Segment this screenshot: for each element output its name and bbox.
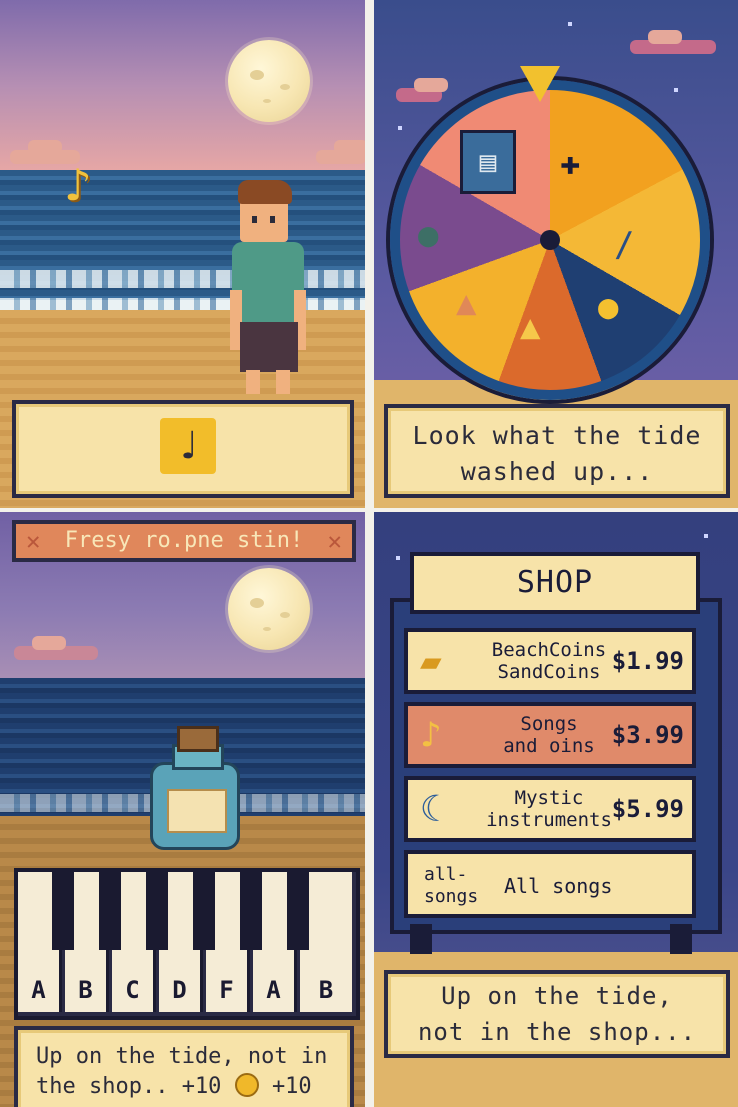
item-name: All songs [504,874,613,898]
cloud [316,140,365,164]
coin-icon: ● [598,287,619,327]
shop-stand-leg [410,924,432,954]
notification-banner: ✕ Fresy ro.pne stin! ✕ [12,520,356,562]
piano-black-key[interactable] [146,872,168,950]
floating-music-note-icon: ♪ [64,158,92,212]
wheel-hub [540,230,560,250]
moon [228,40,310,122]
puzzle-piece-icon: ✚ [560,143,581,183]
cloud [630,30,716,54]
scroll-note [167,789,227,833]
star [398,126,402,130]
globe-icon: ● [418,215,439,255]
wave-foam [0,270,365,288]
star [396,556,400,560]
prize-wheel[interactable]: ▤ ✚ ∕ ● ▲ ▲ ● [390,80,710,400]
close-x-icon[interactable]: ✕ [328,524,342,558]
message-text: Look what the tide washed up... [412,421,702,486]
item-price: $1.99 [611,647,684,675]
character-hair [238,180,292,204]
star [674,88,678,92]
message-dialog-box: Up on the tide, not in the shop... [384,970,730,1058]
shop-stand-leg [670,924,692,954]
item-name: Songs and oins [503,713,595,757]
music-note-icon: ♪ [420,715,442,756]
star [568,22,572,26]
reward-dialog-box: Up on the tide, not in the shop.. +10 +1… [14,1026,354,1107]
shop-item-songs[interactable]: ♪ Songs and oins $3.99 [404,702,696,768]
panel-beach-character: ♪ ♩ [0,0,365,508]
panel-prize-wheel: ▤ ✚ ∕ ● ▲ ▲ ● Look what the tide washed … [374,0,738,508]
item-name: BeachCoins SandCoins [491,639,607,683]
panel-bottle-piano: ✕ Fresy ro.pne stin! ✕ A B C D F A B Up … [0,512,365,1107]
item-name: Mystic instruments [486,787,612,831]
character-leg [276,370,290,394]
shop-item-beachcoins[interactable]: ▰ BeachCoins SandCoins $1.99 [404,628,696,694]
star [704,534,708,538]
character-shorts [240,322,298,372]
shop-item-mystic-instruments[interactable]: ☾ Mystic instruments $5.99 [404,776,696,842]
banner-text: Fresy ro.pne stin! [64,528,304,553]
piano-black-key[interactable] [240,872,262,950]
book-icon: ▤ [460,130,516,194]
flame-icon: ▲ [520,307,541,347]
crescent-moon-icon: ☾ [420,789,442,830]
note-dialog-box: ♩ [12,400,354,498]
piano-black-key[interactable] [193,872,215,950]
player-character[interactable] [230,180,310,405]
message-bottle[interactable] [150,726,240,850]
music-note-icon[interactable]: ♩ [160,418,216,474]
message-text: Up on the tide, not in the shop... [417,982,697,1046]
item-price: $3.99 [611,721,684,749]
shop-title: SHOP [410,552,700,614]
piano-keyboard[interactable]: A B C D F A B [14,868,360,1020]
moon [228,568,310,650]
sand-pile-icon: ▲ [456,283,477,323]
item-price: $5.99 [611,795,684,823]
close-x-icon[interactable]: ✕ [26,524,40,558]
piano-black-key[interactable] [99,872,121,950]
reward-text: Up on the tide, not in the shop.. +10 +1… [36,1044,328,1099]
feather-icon: ∕ [614,225,635,265]
character-leg [246,370,260,394]
coin-icon [234,1073,259,1097]
shop-item-all-songs[interactable]: all-songs All songs [404,850,696,918]
item-tag: all-songs [424,864,479,907]
message-dialog-box: Look what the tide washed up... [384,404,730,498]
cloud [14,636,98,660]
wheel-pointer [520,66,560,102]
bottle-cork [177,726,219,752]
coin-stack-icon: ▰ [420,641,442,682]
piano-black-key[interactable] [52,872,74,950]
panel-shop: SHOP ▰ BeachCoins SandCoins $1.99 ♪ Songs… [374,512,738,1107]
cloud [396,78,448,102]
piano-black-key[interactable] [287,872,309,950]
